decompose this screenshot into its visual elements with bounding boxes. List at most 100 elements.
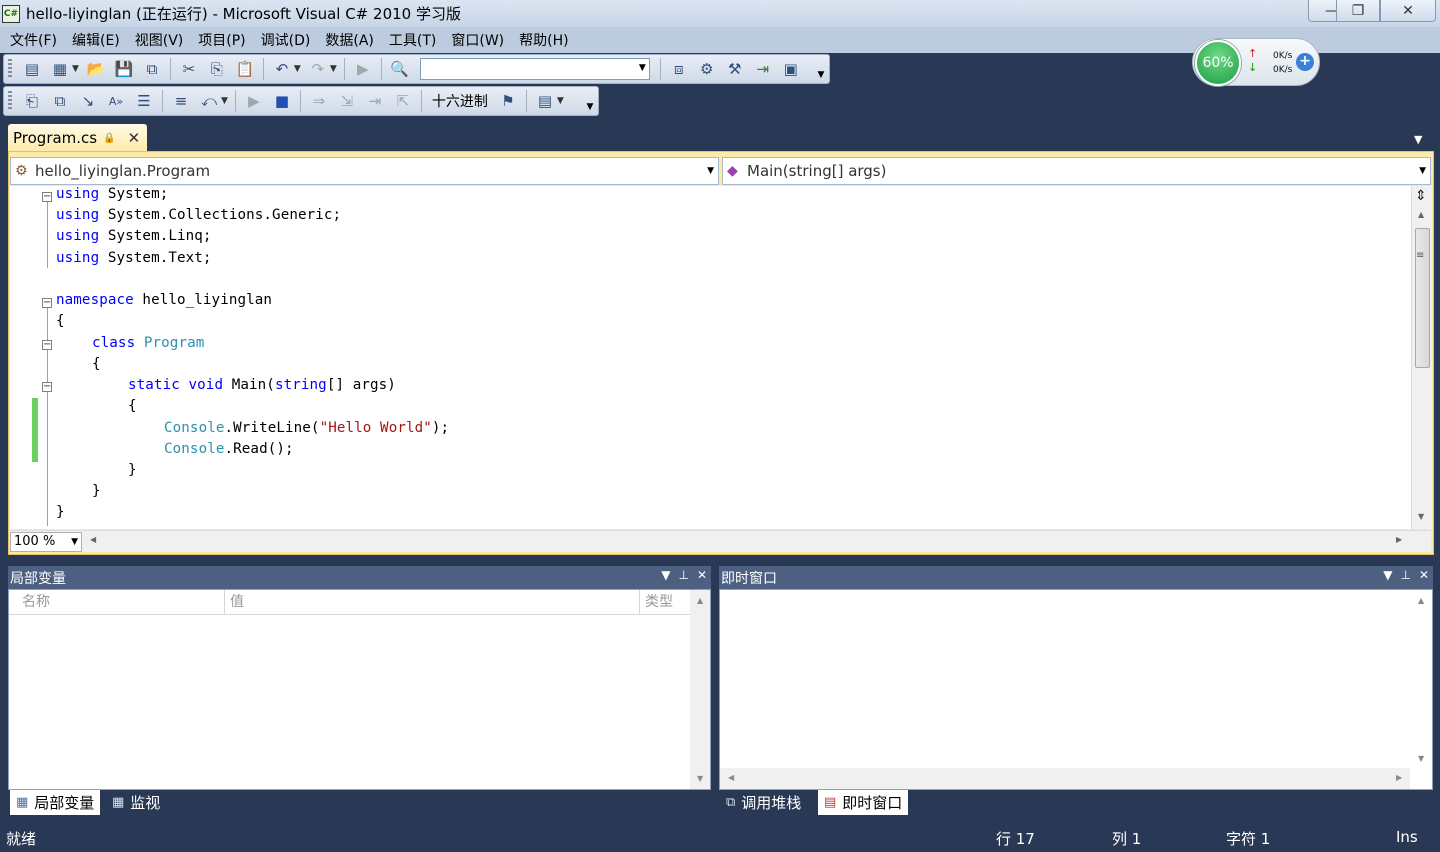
window-position-icon[interactable]: ▼ [1383,568,1392,582]
tab-immediate[interactable]: ▤ 即时窗口 [818,790,909,815]
window-position-icon[interactable]: ▼ [661,568,670,582]
menu-window[interactable]: 窗口(W) [445,30,513,50]
properties-icon[interactable]: ⚙ [696,58,718,80]
scroll-up-icon[interactable]: ▲ [1418,596,1424,605]
redo-icon[interactable]: ↷ [307,58,329,80]
toolbar-options-icon[interactable]: ▼ [816,58,826,80]
menu-tools[interactable]: 工具(T) [383,30,445,50]
show-threads-icon[interactable]: ⚑ [497,90,519,112]
tab-call-stack[interactable]: ⧉ 调用堆栈 [720,790,807,815]
open-file-icon[interactable]: 📂 [85,58,107,80]
step-out-icon[interactable]: ⇱ [392,90,414,112]
collapse-icon[interactable]: − [42,298,52,308]
plus-icon[interactable]: + [1296,53,1314,71]
split-window-icon[interactable]: ⇕ [1415,188,1427,204]
stop-debugging-icon[interactable]: ■ [271,90,293,112]
network-speed-widget[interactable]: 60% ↑ ↓ 0K/s 0K/s + [1192,38,1320,86]
menu-view[interactable]: 视图(V) [129,30,193,50]
start-page-icon[interactable]: ⇥ [752,58,774,80]
tab-watch[interactable]: ▦ 监视 [106,790,166,815]
tab-overflow-icon[interactable]: ▼ [1414,133,1422,146]
column-value[interactable]: 值 [225,590,640,615]
immediate-title-bar[interactable]: 即时窗口 ▼ ⊥ ✕ [719,566,1433,589]
toolbar-options-icon[interactable]: ▼ [585,90,595,112]
breakpoints-window-icon[interactable]: ▤ [534,90,556,112]
close-icon[interactable]: ✕ [1419,568,1429,582]
copy-icon[interactable]: ⎘ [206,58,228,80]
menu-data[interactable]: 数据(A) [319,30,383,50]
collapse-icon[interactable]: − [42,340,52,350]
scroll-down-icon[interactable]: ▼ [1418,754,1424,763]
collapse-icon[interactable]: − [42,382,52,392]
toolbar-grip[interactable] [8,59,12,79]
column-type[interactable]: 类型 [640,590,690,615]
collapse-icon[interactable]: − [42,192,52,202]
step-over-icon[interactable]: ⇥ [364,90,386,112]
menu-file[interactable]: 文件(F) [4,30,66,50]
immediate-body[interactable]: ▲ ▼ ◀ ▶ [719,589,1433,790]
pin-icon[interactable]: ⊥ [1400,568,1410,582]
pin-icon[interactable]: ⊥ [678,568,688,582]
continue-icon[interactable]: ▶ [243,90,265,112]
member-selector-dropdown[interactable]: ◆ Main(string[] args) ▼ [722,157,1431,185]
scroll-right-icon[interactable]: ▶ [1396,773,1402,782]
new-project-icon[interactable]: ▤ [21,58,43,80]
solution-explorer-icon[interactable]: ⧈ [668,58,690,80]
uncomment-icon[interactable]: ⤺ [198,90,220,112]
undo-dropdown-icon[interactable]: ▼ [294,64,301,74]
locals-scrollbar[interactable]: ▲ ▼ [690,590,710,789]
zoom-combo[interactable]: 100 % ▼ [10,532,82,552]
locals-title-bar[interactable]: 局部变量 ▼ ⊥ ✕ [8,566,711,589]
save-icon[interactable]: 💾 [113,58,135,80]
code-editor[interactable]: − − − − using System; using System.Colle… [10,186,1411,529]
undo-icon[interactable]: ↶ [271,58,293,80]
menu-project[interactable]: 项目(P) [192,30,254,50]
toolbar-grip[interactable] [8,91,12,111]
tab-program-cs[interactable]: Program.cs 🔒 ✕ [8,124,147,152]
tab-locals[interactable]: ▦ 局部变量 [10,790,101,815]
scroll-down-icon[interactable]: ▼ [1418,512,1424,521]
word-complete-icon[interactable]: ☰ [133,90,155,112]
continue-icon[interactable]: ▶ [352,58,374,80]
scroll-left-icon[interactable]: ◀ [90,535,96,544]
immediate-horizontal-scrollbar[interactable]: ◀ ▶ [720,768,1410,789]
save-all-icon[interactable]: ⧉ [141,58,163,80]
menu-edit[interactable]: 编辑(E) [66,30,129,50]
redo-dropdown-icon[interactable]: ▼ [330,64,337,74]
add-item-dropdown-icon[interactable]: ▼ [72,64,79,74]
comment-icon[interactable]: ≡ [170,90,192,112]
scroll-up-icon[interactable]: ▲ [697,596,703,605]
member-list-icon[interactable]: ⧉ [49,90,71,112]
show-next-statement-icon[interactable]: ⇒ [308,90,330,112]
editor-vertical-scrollbar[interactable]: ⇕ ▲ ≡ ▼ [1411,186,1432,529]
extension-manager-icon[interactable]: ▣ [780,58,802,80]
parameter-info-icon[interactable]: ↘ [77,90,99,112]
class-selector-dropdown[interactable]: ⚙ hello_liyinglan.Program ▼ [10,157,719,185]
toolbar-options-icon[interactable]: ▼ [221,96,228,106]
step-into-icon[interactable]: ⇲ [336,90,358,112]
maximize-button[interactable]: ❐ [1336,0,1380,22]
scroll-up-icon[interactable]: ▲ [1418,210,1424,219]
close-tab-icon[interactable]: ✕ [128,129,141,147]
toolbox-icon[interactable]: ⚒ [724,58,746,80]
breakpoints-dropdown-icon[interactable]: ▼ [557,96,564,106]
immediate-vertical-scrollbar[interactable]: ▲ ▼ [1411,590,1432,768]
scroll-left-icon[interactable]: ◀ [728,773,734,782]
scroll-down-icon[interactable]: ▼ [697,774,703,783]
close-button[interactable]: ✕ [1380,0,1436,22]
scroll-thumb[interactable] [1415,228,1430,368]
menu-debug[interactable]: 调试(D) [255,30,320,50]
column-name[interactable]: 名称 [9,590,225,615]
close-icon[interactable]: ✕ [697,568,707,582]
text-editor-icon[interactable]: ⎗ [21,90,43,112]
quick-info-icon[interactable]: A» [105,90,127,112]
cut-icon[interactable]: ✂ [178,58,200,80]
scroll-right-icon[interactable]: ▶ [1396,535,1402,544]
menu-help[interactable]: 帮助(H) [513,30,577,50]
solution-config-combo[interactable]: ▼ [419,58,650,80]
code-text: System.Linq; [99,228,212,244]
find-in-files-icon[interactable]: 🔍 [389,58,411,80]
add-item-icon[interactable]: ▦ [49,58,71,80]
paste-icon[interactable]: 📋 [234,58,256,80]
hexadecimal-toggle[interactable]: 十六进制 [426,91,494,111]
